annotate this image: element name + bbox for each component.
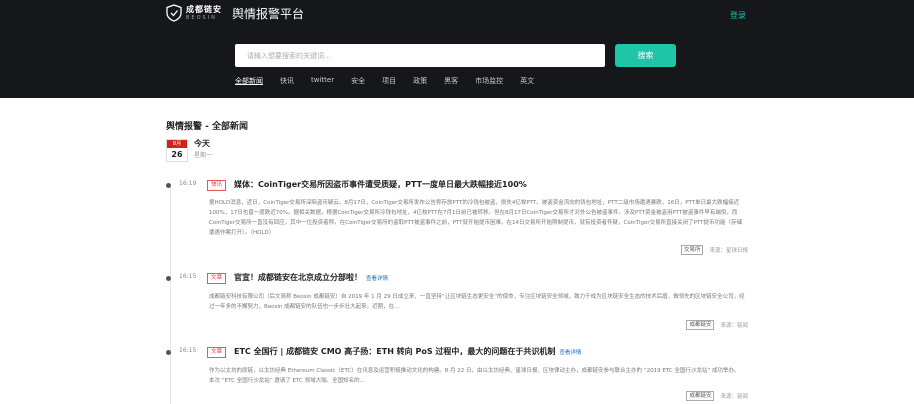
news-summary: 成都链安科技有限公司（后文简称 Beosin 成都链安）自 2019 年 1 月… xyxy=(209,294,745,310)
news-title[interactable]: 官宣！成都链安在北京成立分部啦！ 查看详情 xyxy=(234,272,388,283)
top-header: 成都链安 BEOSIN 舆情报警平台 登录 搜索 全部新闻 快讯 twitter… xyxy=(0,0,914,98)
nav-projects[interactable]: 项目 xyxy=(382,76,396,86)
nav-all-news[interactable]: 全部新闻 xyxy=(235,76,263,86)
nav-market-monitor[interactable]: 市场监控 xyxy=(475,76,503,86)
news-meta: 成都链安 来源：链闻 xyxy=(686,320,748,330)
news-title[interactable]: 媒体：CoinTiger交易所因盗币事件遭受质疑，PTT一度单日最大跌幅接近10… xyxy=(234,179,527,190)
calendar-icon: 8月 26 xyxy=(166,139,188,162)
calendar-day: 26 xyxy=(171,150,183,159)
brand-en: BEOSIN xyxy=(186,14,217,21)
timeline-dot xyxy=(166,350,171,355)
news-meta: 交易所 来源：星球日报 xyxy=(680,245,748,255)
search-button[interactable]: 搜索 xyxy=(615,44,676,67)
news-time: 16:19 xyxy=(179,180,197,187)
news-source: 来源：链闻 xyxy=(720,323,748,329)
platform-title: 舆情报警平台 xyxy=(232,6,305,21)
news-summary: 据HOLD消息，近日，CoinTiger交易所深陷盗币疑云。8月17日，Coin… xyxy=(209,200,743,236)
news-meta: 成都链安 来源：链闻 xyxy=(686,391,748,401)
login-link[interactable]: 登录 xyxy=(730,10,746,21)
logo[interactable]: 成都链安 BEOSIN 舆情报警平台 xyxy=(166,4,304,22)
source-tag[interactable]: 成都链安 xyxy=(686,320,715,330)
timeline-dot xyxy=(166,183,171,188)
shield-logo-icon xyxy=(166,4,182,22)
nav-flash[interactable]: 快讯 xyxy=(280,76,294,86)
nav-twitter[interactable]: twitter xyxy=(311,76,334,86)
view-details-link[interactable]: 查看详情 xyxy=(366,276,388,282)
source-tag[interactable]: 成都链安 xyxy=(686,391,715,401)
news-summary: 作为以太坊的原链，以太坊经典 Ethereum Classic（ETC）在讯息及… xyxy=(209,368,740,384)
page-title: 舆情报警 - 全部新闻 xyxy=(166,122,249,132)
news-type-badge: 文章 xyxy=(207,347,227,358)
search-input[interactable] xyxy=(235,44,605,67)
news-time: 16:15 xyxy=(179,273,197,280)
news-type-badge: 文章 xyxy=(207,273,227,284)
news-time: 16:15 xyxy=(179,347,197,354)
nav-hackers[interactable]: 黑客 xyxy=(444,76,458,86)
calendar-month: 8月 xyxy=(167,140,187,148)
weekday-label: 星期一 xyxy=(194,152,213,159)
news-type-badge: 快讯 xyxy=(207,180,227,191)
nav-english[interactable]: 英文 xyxy=(520,76,534,86)
news-title[interactable]: ETC 全国行 | 成都链安 CMO 高子扬：ETH 转向 PoS 过程中，最大… xyxy=(234,346,581,357)
timeline-line xyxy=(170,185,171,404)
news-source: 来源：链闻 xyxy=(720,394,748,400)
source-tag[interactable]: 交易所 xyxy=(680,245,704,255)
news-source: 来源：星球日报 xyxy=(709,248,748,254)
category-nav: 全部新闻 快讯 twitter 安全 项目 政策 黑客 市场监控 英文 xyxy=(235,76,551,86)
nav-security[interactable]: 安全 xyxy=(351,76,365,86)
brand-name: 成都链安 xyxy=(186,4,222,14)
today-label: 今天 xyxy=(194,139,210,148)
nav-policy[interactable]: 政策 xyxy=(413,76,427,86)
search-bar: 搜索 xyxy=(235,44,676,67)
view-details-link[interactable]: 查看详情 xyxy=(559,350,581,356)
timeline-dot xyxy=(166,276,171,281)
